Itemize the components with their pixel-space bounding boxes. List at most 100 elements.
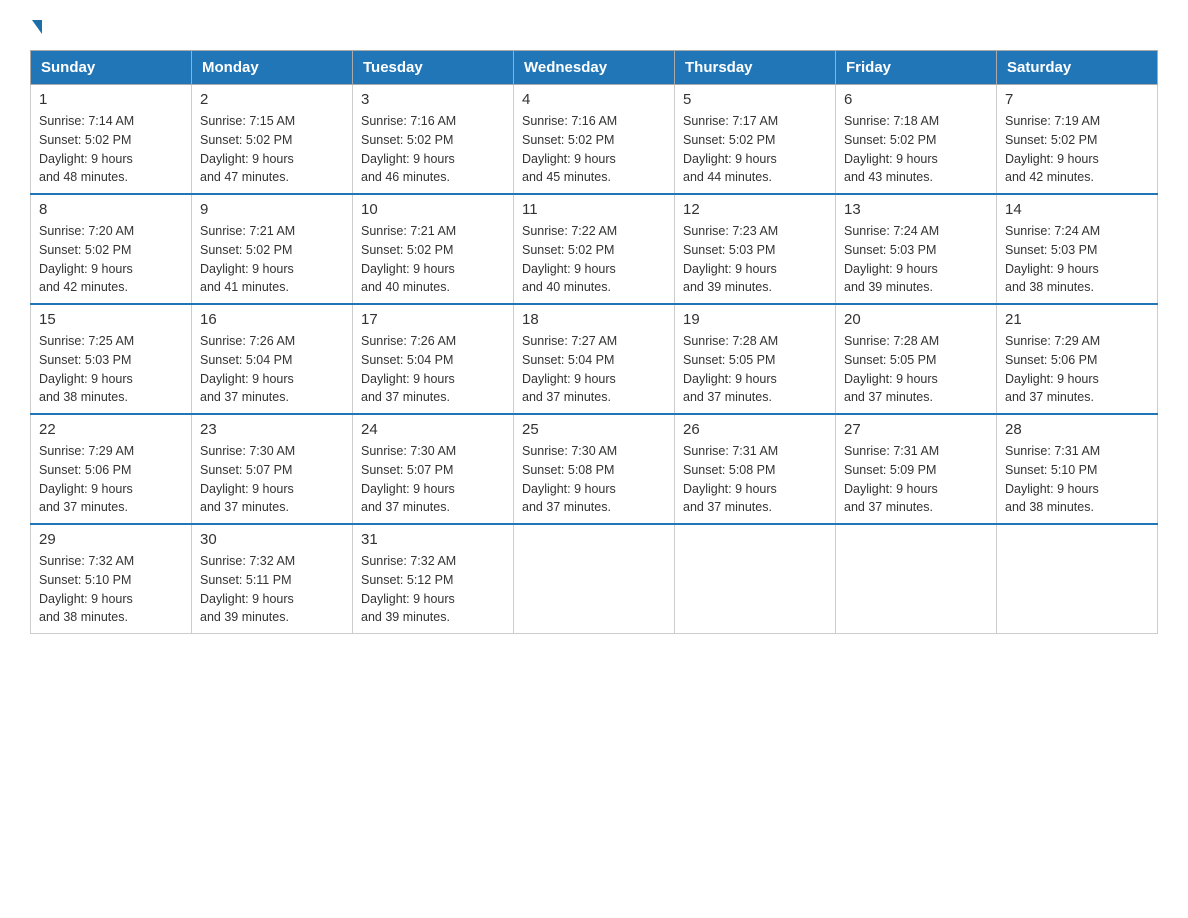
- day-info: Sunrise: 7:18 AM Sunset: 5:02 PM Dayligh…: [844, 112, 988, 187]
- calendar-day-cell: 13 Sunrise: 7:24 AM Sunset: 5:03 PM Dayl…: [836, 194, 997, 304]
- day-info: Sunrise: 7:16 AM Sunset: 5:02 PM Dayligh…: [522, 112, 666, 187]
- day-info: Sunrise: 7:23 AM Sunset: 5:03 PM Dayligh…: [683, 222, 827, 297]
- day-info: Sunrise: 7:32 AM Sunset: 5:11 PM Dayligh…: [200, 552, 344, 627]
- weekday-header-thursday: Thursday: [675, 51, 836, 85]
- day-info: Sunrise: 7:26 AM Sunset: 5:04 PM Dayligh…: [361, 332, 505, 407]
- day-info: Sunrise: 7:14 AM Sunset: 5:02 PM Dayligh…: [39, 112, 183, 187]
- day-number: 24: [361, 421, 505, 438]
- day-info: Sunrise: 7:30 AM Sunset: 5:07 PM Dayligh…: [200, 442, 344, 517]
- calendar-day-cell: 7 Sunrise: 7:19 AM Sunset: 5:02 PM Dayli…: [997, 85, 1158, 195]
- calendar-day-cell: 26 Sunrise: 7:31 AM Sunset: 5:08 PM Dayl…: [675, 414, 836, 524]
- weekday-header-tuesday: Tuesday: [353, 51, 514, 85]
- day-info: Sunrise: 7:29 AM Sunset: 5:06 PM Dayligh…: [39, 442, 183, 517]
- calendar-day-cell: 20 Sunrise: 7:28 AM Sunset: 5:05 PM Dayl…: [836, 304, 997, 414]
- day-info: Sunrise: 7:17 AM Sunset: 5:02 PM Dayligh…: [683, 112, 827, 187]
- day-number: 17: [361, 311, 505, 328]
- day-info: Sunrise: 7:21 AM Sunset: 5:02 PM Dayligh…: [361, 222, 505, 297]
- calendar-day-cell: 8 Sunrise: 7:20 AM Sunset: 5:02 PM Dayli…: [31, 194, 192, 304]
- calendar-day-cell: 14 Sunrise: 7:24 AM Sunset: 5:03 PM Dayl…: [997, 194, 1158, 304]
- calendar-day-cell: 9 Sunrise: 7:21 AM Sunset: 5:02 PM Dayli…: [192, 194, 353, 304]
- calendar-week-row: 1 Sunrise: 7:14 AM Sunset: 5:02 PM Dayli…: [31, 85, 1158, 195]
- calendar-day-cell: 12 Sunrise: 7:23 AM Sunset: 5:03 PM Dayl…: [675, 194, 836, 304]
- day-info: Sunrise: 7:16 AM Sunset: 5:02 PM Dayligh…: [361, 112, 505, 187]
- calendar-week-row: 15 Sunrise: 7:25 AM Sunset: 5:03 PM Dayl…: [31, 304, 1158, 414]
- calendar-day-cell: 18 Sunrise: 7:27 AM Sunset: 5:04 PM Dayl…: [514, 304, 675, 414]
- calendar-day-cell: 21 Sunrise: 7:29 AM Sunset: 5:06 PM Dayl…: [997, 304, 1158, 414]
- day-info: Sunrise: 7:29 AM Sunset: 5:06 PM Dayligh…: [1005, 332, 1149, 407]
- day-number: 15: [39, 311, 183, 328]
- day-number: 29: [39, 531, 183, 548]
- calendar-day-cell: 3 Sunrise: 7:16 AM Sunset: 5:02 PM Dayli…: [353, 85, 514, 195]
- logo: [30, 20, 42, 34]
- calendar-week-row: 29 Sunrise: 7:32 AM Sunset: 5:10 PM Dayl…: [31, 524, 1158, 634]
- day-number: 2: [200, 91, 344, 108]
- day-number: 28: [1005, 421, 1149, 438]
- calendar-table: SundayMondayTuesdayWednesdayThursdayFrid…: [30, 50, 1158, 634]
- calendar-day-cell: 22 Sunrise: 7:29 AM Sunset: 5:06 PM Dayl…: [31, 414, 192, 524]
- calendar-day-cell: 15 Sunrise: 7:25 AM Sunset: 5:03 PM Dayl…: [31, 304, 192, 414]
- day-info: Sunrise: 7:19 AM Sunset: 5:02 PM Dayligh…: [1005, 112, 1149, 187]
- day-info: Sunrise: 7:28 AM Sunset: 5:05 PM Dayligh…: [844, 332, 988, 407]
- day-number: 18: [522, 311, 666, 328]
- day-info: Sunrise: 7:20 AM Sunset: 5:02 PM Dayligh…: [39, 222, 183, 297]
- calendar-week-row: 22 Sunrise: 7:29 AM Sunset: 5:06 PM Dayl…: [31, 414, 1158, 524]
- calendar-day-cell: 28 Sunrise: 7:31 AM Sunset: 5:10 PM Dayl…: [997, 414, 1158, 524]
- day-info: Sunrise: 7:32 AM Sunset: 5:12 PM Dayligh…: [361, 552, 505, 627]
- day-number: 9: [200, 201, 344, 218]
- day-number: 30: [200, 531, 344, 548]
- calendar-day-cell: 11 Sunrise: 7:22 AM Sunset: 5:02 PM Dayl…: [514, 194, 675, 304]
- day-info: Sunrise: 7:25 AM Sunset: 5:03 PM Dayligh…: [39, 332, 183, 407]
- day-number: 7: [1005, 91, 1149, 108]
- day-number: 20: [844, 311, 988, 328]
- weekday-header-row: SundayMondayTuesdayWednesdayThursdayFrid…: [31, 51, 1158, 85]
- calendar-day-cell: 23 Sunrise: 7:30 AM Sunset: 5:07 PM Dayl…: [192, 414, 353, 524]
- day-number: 22: [39, 421, 183, 438]
- calendar-day-cell: [836, 524, 997, 634]
- page-header: [30, 20, 1158, 34]
- day-number: 13: [844, 201, 988, 218]
- calendar-day-cell: 16 Sunrise: 7:26 AM Sunset: 5:04 PM Dayl…: [192, 304, 353, 414]
- calendar-day-cell: [514, 524, 675, 634]
- day-number: 11: [522, 201, 666, 218]
- weekday-header-wednesday: Wednesday: [514, 51, 675, 85]
- calendar-day-cell: 30 Sunrise: 7:32 AM Sunset: 5:11 PM Dayl…: [192, 524, 353, 634]
- weekday-header-sunday: Sunday: [31, 51, 192, 85]
- day-number: 3: [361, 91, 505, 108]
- day-info: Sunrise: 7:24 AM Sunset: 5:03 PM Dayligh…: [1005, 222, 1149, 297]
- calendar-day-cell: 29 Sunrise: 7:32 AM Sunset: 5:10 PM Dayl…: [31, 524, 192, 634]
- day-number: 12: [683, 201, 827, 218]
- day-info: Sunrise: 7:27 AM Sunset: 5:04 PM Dayligh…: [522, 332, 666, 407]
- day-number: 27: [844, 421, 988, 438]
- logo-triangle-icon: [32, 20, 42, 34]
- day-number: 21: [1005, 311, 1149, 328]
- day-number: 4: [522, 91, 666, 108]
- calendar-day-cell: 25 Sunrise: 7:30 AM Sunset: 5:08 PM Dayl…: [514, 414, 675, 524]
- day-number: 10: [361, 201, 505, 218]
- day-number: 25: [522, 421, 666, 438]
- day-number: 26: [683, 421, 827, 438]
- calendar-day-cell: [675, 524, 836, 634]
- day-info: Sunrise: 7:30 AM Sunset: 5:08 PM Dayligh…: [522, 442, 666, 517]
- day-info: Sunrise: 7:30 AM Sunset: 5:07 PM Dayligh…: [361, 442, 505, 517]
- calendar-day-cell: 2 Sunrise: 7:15 AM Sunset: 5:02 PM Dayli…: [192, 85, 353, 195]
- day-number: 31: [361, 531, 505, 548]
- day-info: Sunrise: 7:32 AM Sunset: 5:10 PM Dayligh…: [39, 552, 183, 627]
- day-number: 8: [39, 201, 183, 218]
- day-info: Sunrise: 7:31 AM Sunset: 5:10 PM Dayligh…: [1005, 442, 1149, 517]
- calendar-day-cell: [997, 524, 1158, 634]
- calendar-week-row: 8 Sunrise: 7:20 AM Sunset: 5:02 PM Dayli…: [31, 194, 1158, 304]
- calendar-day-cell: 10 Sunrise: 7:21 AM Sunset: 5:02 PM Dayl…: [353, 194, 514, 304]
- calendar-day-cell: 24 Sunrise: 7:30 AM Sunset: 5:07 PM Dayl…: [353, 414, 514, 524]
- day-info: Sunrise: 7:31 AM Sunset: 5:08 PM Dayligh…: [683, 442, 827, 517]
- calendar-day-cell: 4 Sunrise: 7:16 AM Sunset: 5:02 PM Dayli…: [514, 85, 675, 195]
- weekday-header-friday: Friday: [836, 51, 997, 85]
- day-number: 5: [683, 91, 827, 108]
- day-number: 16: [200, 311, 344, 328]
- day-info: Sunrise: 7:31 AM Sunset: 5:09 PM Dayligh…: [844, 442, 988, 517]
- day-number: 1: [39, 91, 183, 108]
- day-number: 19: [683, 311, 827, 328]
- day-number: 14: [1005, 201, 1149, 218]
- weekday-header-saturday: Saturday: [997, 51, 1158, 85]
- calendar-day-cell: 1 Sunrise: 7:14 AM Sunset: 5:02 PM Dayli…: [31, 85, 192, 195]
- day-number: 23: [200, 421, 344, 438]
